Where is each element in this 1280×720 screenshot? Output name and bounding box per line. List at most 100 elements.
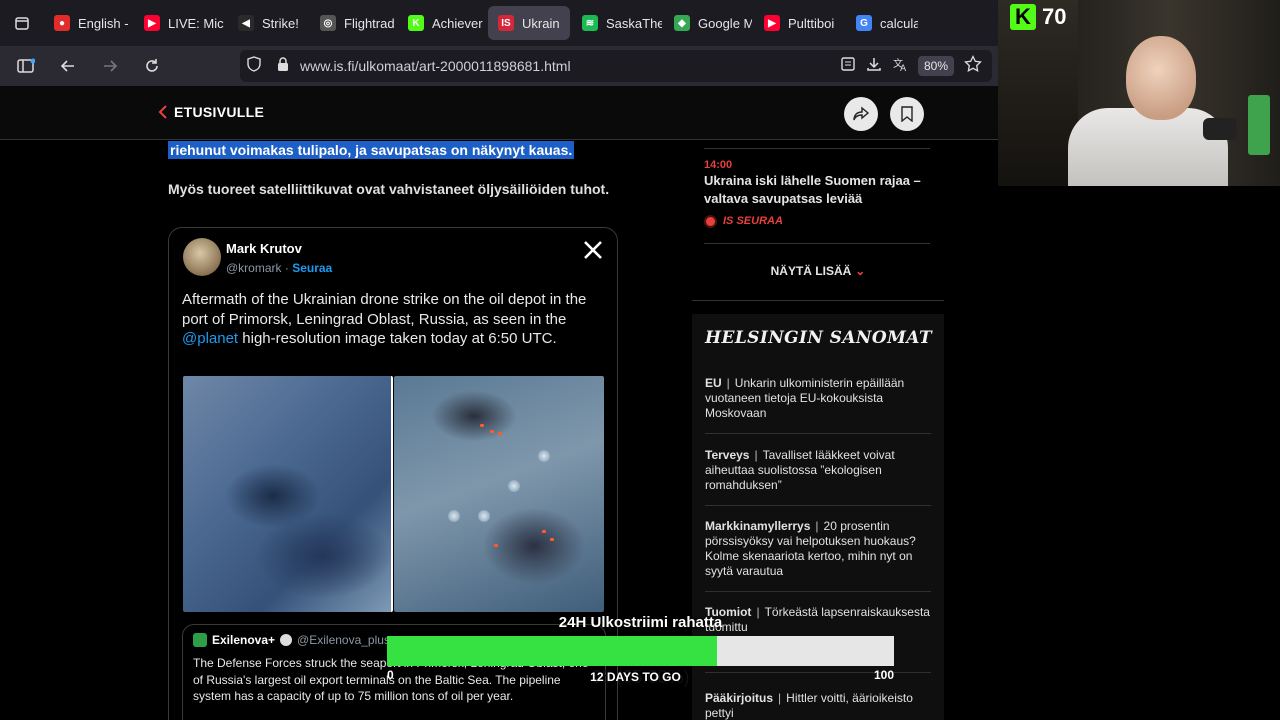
hs-headline: Unkarin ulkoministerin epäillään vuotane… bbox=[705, 376, 905, 420]
fire-spot bbox=[480, 424, 484, 427]
goal-title: 24H Ulkostriimi rahatta bbox=[558, 614, 723, 631]
avatar bbox=[193, 633, 207, 647]
hs-news-item[interactable]: Pääkirjoitus | Hittler voitti, äärioikeist… bbox=[705, 691, 931, 720]
tweet-text-part: Aftermath of the Ukrainian drone strike … bbox=[182, 291, 587, 328]
tweet-handle[interactable]: @kromark bbox=[226, 261, 282, 275]
latest-news-box: 14:00 Ukraina iski lähelle Suomen rajaa … bbox=[692, 141, 944, 301]
hs-news-item[interactable]: Terveys | Tavalliset lääkkeet voivat aiheu… bbox=[705, 448, 931, 493]
browser-tab[interactable]: Gcalculat bbox=[846, 6, 918, 40]
satellite-image-right[interactable] bbox=[394, 376, 604, 612]
tab-label: English - bbox=[78, 15, 129, 31]
browser-tab[interactable]: ◎ Flightrad bbox=[310, 6, 396, 40]
browser-tab[interactable]: ▶ Pulttiboi bbox=[754, 6, 844, 40]
back-to-frontpage-link[interactable]: ETUSIVULLE bbox=[158, 104, 264, 120]
browser-tab[interactable]: ◀ Strike! bbox=[228, 6, 308, 40]
quoted-author-name: Exilenova+ bbox=[212, 633, 276, 647]
tab-list: ● English - ▶ LIVE: Mic ◀ Strike! ◎ Flightrad K A… bbox=[44, 6, 918, 40]
star-icon[interactable] bbox=[964, 54, 982, 78]
bookmark-button[interactable] bbox=[890, 97, 924, 131]
avatar[interactable] bbox=[183, 238, 221, 276]
separator: | bbox=[778, 691, 782, 705]
svg-text:A: A bbox=[900, 64, 907, 72]
reader-icon[interactable] bbox=[840, 56, 856, 77]
separator: | bbox=[815, 519, 819, 533]
save-icon[interactable] bbox=[866, 56, 882, 77]
background-object bbox=[1248, 95, 1270, 155]
divider bbox=[705, 433, 931, 434]
screen: ● English - ▶ LIVE: Mic ◀ Strike! ◎ Flightrad K A… bbox=[0, 0, 1280, 720]
tab-favicon-icon: ▶ bbox=[764, 15, 780, 31]
tab-list-icon[interactable] bbox=[0, 0, 44, 46]
hs-category: EU bbox=[705, 376, 722, 390]
news-time: 14:00 bbox=[704, 159, 733, 171]
kick-logo-icon: K bbox=[1010, 4, 1036, 30]
quoted-author-handle: @Exilenova_plus bbox=[297, 633, 390, 647]
live-dot-icon bbox=[706, 216, 715, 226]
follow-link[interactable]: Seuraa bbox=[292, 261, 332, 275]
share-button[interactable] bbox=[844, 97, 878, 131]
show-more-label: NÄYTÄ LISÄÄ bbox=[770, 264, 852, 278]
chevron-left-icon bbox=[158, 105, 167, 119]
divider bbox=[705, 591, 931, 592]
url-actions: 文A 80% bbox=[840, 50, 986, 82]
donation-goal-widget: 24H Ulkostriimi rahatta 65 (65.00%) 0 12… bbox=[387, 610, 894, 690]
viewer-count-badge: K 70 bbox=[1010, 4, 1066, 30]
fire-spot bbox=[494, 544, 498, 547]
hs-news-item[interactable]: Markkinamyllerrys | 20 prosentin pörssisyö… bbox=[705, 519, 931, 579]
browser-tab[interactable]: ● English - bbox=[44, 6, 132, 40]
show-more-button[interactable]: NÄYTÄ LISÄÄ ⌄ bbox=[692, 264, 944, 278]
tab-label: Ukrain bbox=[522, 15, 560, 31]
divider bbox=[705, 505, 931, 506]
satellite-image-left[interactable] bbox=[183, 376, 393, 612]
tweet-text: Aftermath of the Ukrainian drone strike … bbox=[182, 290, 610, 349]
microphone bbox=[1203, 118, 1237, 140]
forward-icon[interactable] bbox=[92, 50, 128, 82]
zoom-level[interactable]: 80% bbox=[917, 56, 954, 76]
hs-logo[interactable]: HELSINGIN SANOMAT bbox=[705, 328, 932, 348]
tab-favicon-icon: ◀ bbox=[238, 15, 254, 31]
hs-category: Pääkirjoitus bbox=[705, 691, 774, 705]
goal-progress-bar: 65 (65.00%) bbox=[387, 636, 894, 687]
tab-favicon-icon: IS bbox=[498, 15, 514, 31]
separator: | bbox=[726, 376, 730, 390]
browser-tab[interactable]: ISUkrain✕ bbox=[488, 6, 570, 40]
share-icon bbox=[853, 106, 870, 121]
tab-favicon-icon: ▶ bbox=[144, 15, 160, 31]
reload-icon[interactable] bbox=[134, 50, 170, 82]
browser-tab-strip: ● English - ▶ LIVE: Mic ◀ Strike! ◎ Flightrad K A… bbox=[0, 0, 998, 46]
hs-news-item[interactable]: EU | Unkarin ulkoministerin epäillään vuot… bbox=[705, 376, 931, 421]
back-link-label: ETUSIVULLE bbox=[174, 104, 265, 120]
tab-label: Google M bbox=[698, 15, 752, 31]
translate-icon[interactable]: 文A bbox=[892, 56, 908, 77]
bookmark-icon bbox=[901, 106, 913, 122]
url-bar[interactable]: www.is.fi/ulkomaat/art-2000011898681.htm… bbox=[240, 50, 992, 82]
browser-tab[interactable]: K Achiever bbox=[398, 6, 486, 40]
divider bbox=[704, 148, 930, 149]
back-icon[interactable] bbox=[50, 50, 86, 82]
tweet-mention-link[interactable]: @planet bbox=[182, 330, 238, 347]
url-text[interactable]: www.is.fi/ulkomaat/art-2000011898681.htm… bbox=[300, 58, 571, 74]
tab-favicon-icon: ≋ bbox=[582, 15, 598, 31]
separator: | bbox=[754, 448, 758, 462]
live-follow-badge[interactable]: IS SEURAA bbox=[706, 215, 783, 227]
tab-label: SaskaThe bbox=[606, 15, 662, 31]
news-headline-link[interactable]: Ukraina iski lähelle Suomen rajaa – valt… bbox=[704, 172, 924, 208]
tweet-author-handle: @kromark · Seuraa bbox=[226, 261, 332, 275]
article-paragraph: Myös tuoreet satelliittikuvat ovat vahvi… bbox=[168, 181, 610, 197]
shield-icon[interactable] bbox=[246, 55, 262, 77]
sidebar-icon[interactable] bbox=[8, 50, 44, 82]
browser-tab[interactable]: ◆ Google M bbox=[664, 6, 752, 40]
lock-icon[interactable] bbox=[276, 56, 290, 77]
streamer-head bbox=[1126, 36, 1196, 120]
fire-spot bbox=[490, 430, 494, 433]
hs-category: Markkinamyllerrys bbox=[705, 519, 811, 533]
tweet-author-name[interactable]: Mark Krutov bbox=[226, 241, 302, 256]
highlighted-text: riehunut voimakas tulipalo, ja savupatsa… bbox=[168, 141, 575, 159]
browser-tab[interactable]: ≋ SaskaThe bbox=[572, 6, 662, 40]
browser-tab[interactable]: ▶ LIVE: Mic bbox=[134, 6, 226, 40]
browser-navbar: www.is.fi/ulkomaat/art-2000011898681.htm… bbox=[0, 46, 998, 86]
tab-label: Strike! bbox=[262, 15, 299, 31]
viewer-count: 70 bbox=[1042, 4, 1067, 29]
tab-label: LIVE: Mic bbox=[168, 15, 224, 31]
x-logo-icon[interactable] bbox=[583, 240, 603, 265]
